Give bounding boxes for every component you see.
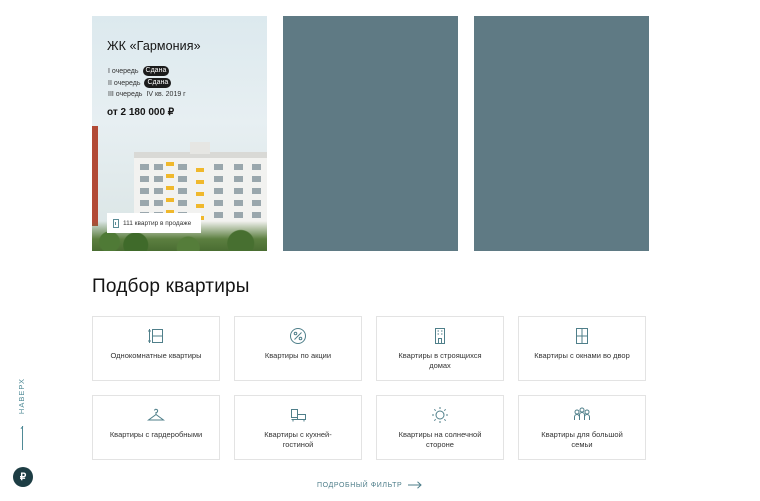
filter-tile-promo[interactable]: Квартиры по акции xyxy=(234,316,362,381)
price-from: от 2 180 000 ₽ xyxy=(107,107,175,118)
sun-icon xyxy=(432,407,448,423)
filter-tile-label: Однокомнатные квартиры xyxy=(110,351,202,360)
phase-name: III очередь xyxy=(108,91,143,98)
detailed-filter-label: ПОДРОБНЫЙ ФИЛЬТР xyxy=(317,481,403,489)
phase-name: II очередь xyxy=(108,79,141,87)
family-icon xyxy=(574,407,590,420)
apartments-on-sale-label: 111 квартир в продаже xyxy=(123,219,192,227)
filter-tile-label: Квартиры с окнами во двор xyxy=(534,351,630,360)
filter-tile-courtyard-windows[interactable]: Квартиры с окнами во двор xyxy=(518,316,646,381)
project-title: ЖК «Гармония» xyxy=(107,39,201,53)
filter-tile-kitchen-living[interactable]: Квартиры с кухней-гостиной xyxy=(234,395,362,460)
section-title: Подбор квартиры xyxy=(92,276,250,297)
phase-status-date: IV кв. 2019 г xyxy=(146,91,186,98)
building-icon xyxy=(435,328,445,344)
phase-row: III очередь IV кв. 2019 г xyxy=(108,91,186,98)
filter-tile-under-construction[interactable]: Квартиры в строящихся домах xyxy=(376,316,504,381)
filter-tile-label: Квартиры по акции xyxy=(264,351,332,360)
apartments-on-sale-badge[interactable]: 111 квартир в продаже xyxy=(107,213,201,233)
project-card-garmonia[interactable]: ЖК «Гармония» I очередь Сдана II очередь… xyxy=(92,16,267,251)
ruble-icon[interactable]: ₽ xyxy=(13,467,33,487)
filter-tile-label: Квартиры с кухней-гостиной xyxy=(264,430,332,449)
project-card-placeholder[interactable] xyxy=(283,16,458,251)
back-to-top-button[interactable]: НАВЕРХ xyxy=(13,378,33,454)
phase-status-badge: Сдана xyxy=(142,66,170,76)
filter-tile-label: Квартиры для большой семьи xyxy=(541,430,623,449)
project-card-placeholder[interactable] xyxy=(474,16,649,251)
building-icon xyxy=(113,218,119,228)
filter-tile-big-family[interactable]: Квартиры для большой семьи xyxy=(518,395,646,460)
phase-status-badge: Сдана xyxy=(144,78,172,88)
back-to-top-label: НАВЕРХ xyxy=(17,378,26,415)
hanger-icon xyxy=(147,408,165,421)
window-icon xyxy=(576,328,588,344)
filter-tile-label: Квартиры с гардеробными xyxy=(109,430,203,439)
phase-row: II очередь Сдана xyxy=(108,78,172,88)
filter-tile-label: Квартиры на солнечной стороне xyxy=(398,430,482,449)
building-side-decoration xyxy=(92,126,98,226)
ruler-room-icon xyxy=(148,329,163,343)
filter-tile-one-room[interactable]: Однокомнатные квартиры xyxy=(92,316,220,381)
arrow-right-icon xyxy=(408,481,422,489)
phase-name: I очередь xyxy=(108,67,139,75)
phase-row: I очередь Сдана xyxy=(108,66,170,76)
arrow-up-icon xyxy=(22,426,23,450)
kitchen-icon xyxy=(291,409,306,422)
filter-tile-sunny-side[interactable]: Квартиры на солнечной стороне xyxy=(376,395,504,460)
percent-icon xyxy=(290,328,306,344)
filter-tile-wardrobe[interactable]: Квартиры с гардеробными xyxy=(92,395,220,460)
filter-tile-label: Квартиры в строящихся домах xyxy=(398,351,482,370)
detailed-filter-link[interactable]: ПОДРОБНЫЙ ФИЛЬТР xyxy=(317,481,422,489)
